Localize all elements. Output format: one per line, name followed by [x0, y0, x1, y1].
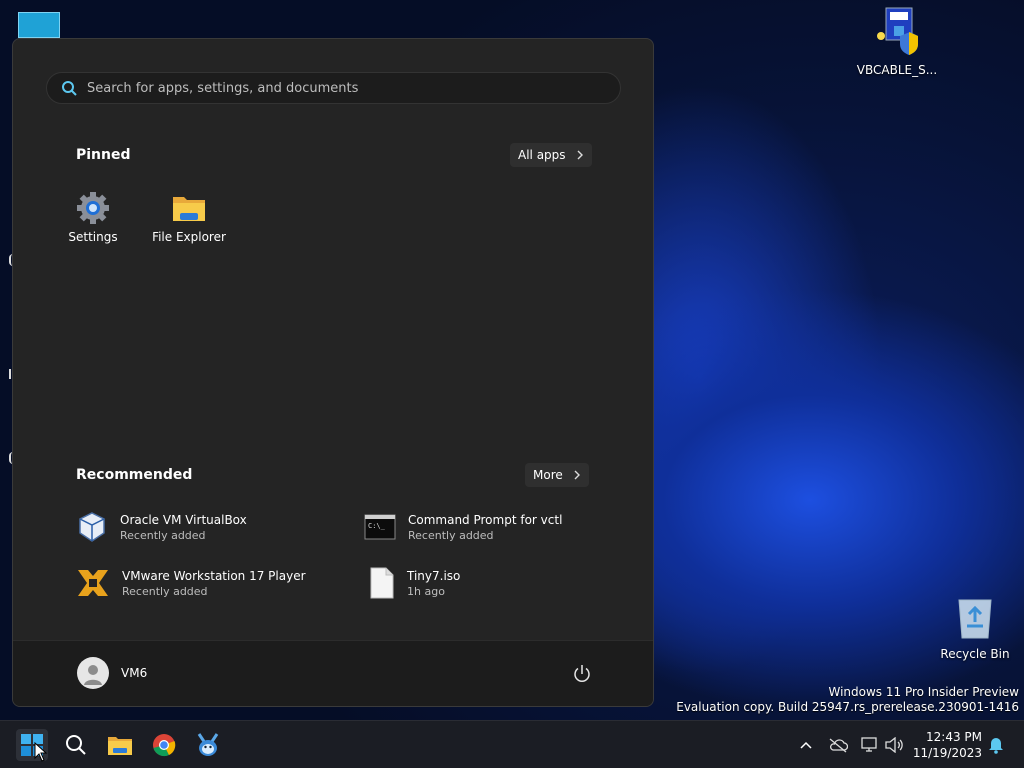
chevron-up-icon: [800, 741, 812, 749]
all-apps-button[interactable]: All apps: [510, 143, 592, 167]
taskbar-chrome[interactable]: [148, 729, 180, 761]
all-apps-label: All apps: [518, 148, 566, 162]
recommended-item-name: Oracle VM VirtualBox: [120, 512, 247, 527]
desktop-icon-vbcable[interactable]: VBCABLE_S...: [852, 6, 942, 77]
user-icon: [84, 665, 102, 685]
avatar[interactable]: [77, 657, 109, 689]
svg-text:C:\_: C:\_: [368, 522, 386, 530]
recommended-item-name: VMware Workstation 17 Player: [122, 568, 306, 583]
folder-icon: [173, 197, 205, 221]
taskbar-clock[interactable]: 12:43 PM 11/19/2023: [912, 729, 982, 761]
cloud-off-icon: [829, 738, 848, 753]
recommended-item-tiny7-iso[interactable]: Tiny7.iso 1h ago: [369, 565, 619, 601]
watermark-line-2: Evaluation copy. Build 25947.rs_prerelea…: [676, 700, 1019, 714]
bell-icon: [989, 738, 1003, 754]
watermark-line-1: Windows 11 Pro Insider Preview: [828, 685, 1019, 699]
recommended-item-vmware[interactable]: VMware Workstation 17 Player Recently ad…: [76, 565, 326, 601]
network-icon: [861, 737, 877, 752]
recommended-item-name: Command Prompt for vctl: [408, 512, 563, 527]
desktop-icon-partial[interactable]: [18, 12, 60, 38]
more-button[interactable]: More: [525, 463, 589, 487]
recommended-item-command-prompt[interactable]: C:\_ Command Prompt for vctl Recently ad…: [364, 509, 614, 545]
user-name[interactable]: VM6: [121, 666, 147, 680]
taskbar-search-button[interactable]: [60, 729, 92, 761]
desktop-icon-recycle-bin[interactable]: Recycle Bin: [930, 596, 1020, 661]
onedrive-tray-button[interactable]: [828, 735, 848, 755]
taskbar: 12:43 PM 11/19/2023: [0, 720, 1024, 768]
pinned-app-label: Settings: [68, 230, 118, 244]
pinned-title: Pinned: [76, 147, 131, 163]
rabbit-app-icon: [197, 733, 219, 756]
recommended-item-subtitle: 1h ago: [407, 584, 445, 598]
clock-time: 12:43 PM: [926, 730, 982, 744]
virtualbox-icon: [79, 512, 105, 542]
recommended-item-name: Tiny7.iso: [407, 568, 461, 583]
clock-date: 11/19/2023: [912, 746, 982, 760]
pinned-app-settings[interactable]: Settings: [48, 191, 138, 244]
search-box[interactable]: [46, 72, 621, 104]
more-label: More: [533, 468, 563, 482]
desktop-icon-label: Recycle Bin: [940, 647, 1010, 661]
recommended-item-virtualbox[interactable]: Oracle VM VirtualBox Recently added: [76, 509, 326, 545]
terminal-icon: C:\_: [364, 514, 396, 540]
chevron-right-icon: [574, 470, 580, 480]
taskbar-file-explorer[interactable]: [104, 729, 136, 761]
volume-tray-button[interactable]: [884, 735, 904, 755]
evaluation-watermark: Windows 11 Pro Insider Preview Evaluatio…: [676, 685, 1019, 715]
chevron-right-icon: [577, 150, 583, 160]
pinned-app-file-explorer[interactable]: File Explorer: [144, 191, 234, 244]
gear-icon: [77, 192, 109, 224]
taskbar-app-rabbit[interactable]: [192, 729, 224, 761]
recommended-title: Recommended: [76, 467, 193, 483]
search-icon: [62, 81, 77, 96]
vmware-icon: [78, 570, 108, 596]
show-hidden-icons-button[interactable]: [796, 735, 816, 755]
installer-icon: [877, 7, 918, 55]
recommended-item-subtitle: Recently added: [122, 584, 208, 598]
power-icon[interactable]: [571, 663, 593, 685]
recycle-bin-icon: [958, 599, 992, 639]
mouse-cursor-icon: [34, 742, 48, 762]
network-tray-button[interactable]: [860, 735, 880, 755]
search-input[interactable]: [87, 80, 587, 96]
file-icon: [370, 567, 394, 599]
notifications-button[interactable]: [986, 735, 1006, 755]
recommended-item-subtitle: Recently added: [120, 528, 206, 542]
search-icon: [66, 735, 86, 755]
recommended-item-subtitle: Recently added: [408, 528, 494, 542]
pinned-app-label: File Explorer: [152, 230, 226, 244]
start-menu-footer: VM6: [13, 640, 653, 706]
desktop-icon-label: VBCABLE_S...: [856, 63, 938, 77]
folder-icon: [108, 737, 132, 755]
chrome-icon: [153, 734, 176, 757]
speaker-icon: [885, 737, 903, 753]
start-menu: Pinned All apps Settings: [12, 38, 654, 707]
